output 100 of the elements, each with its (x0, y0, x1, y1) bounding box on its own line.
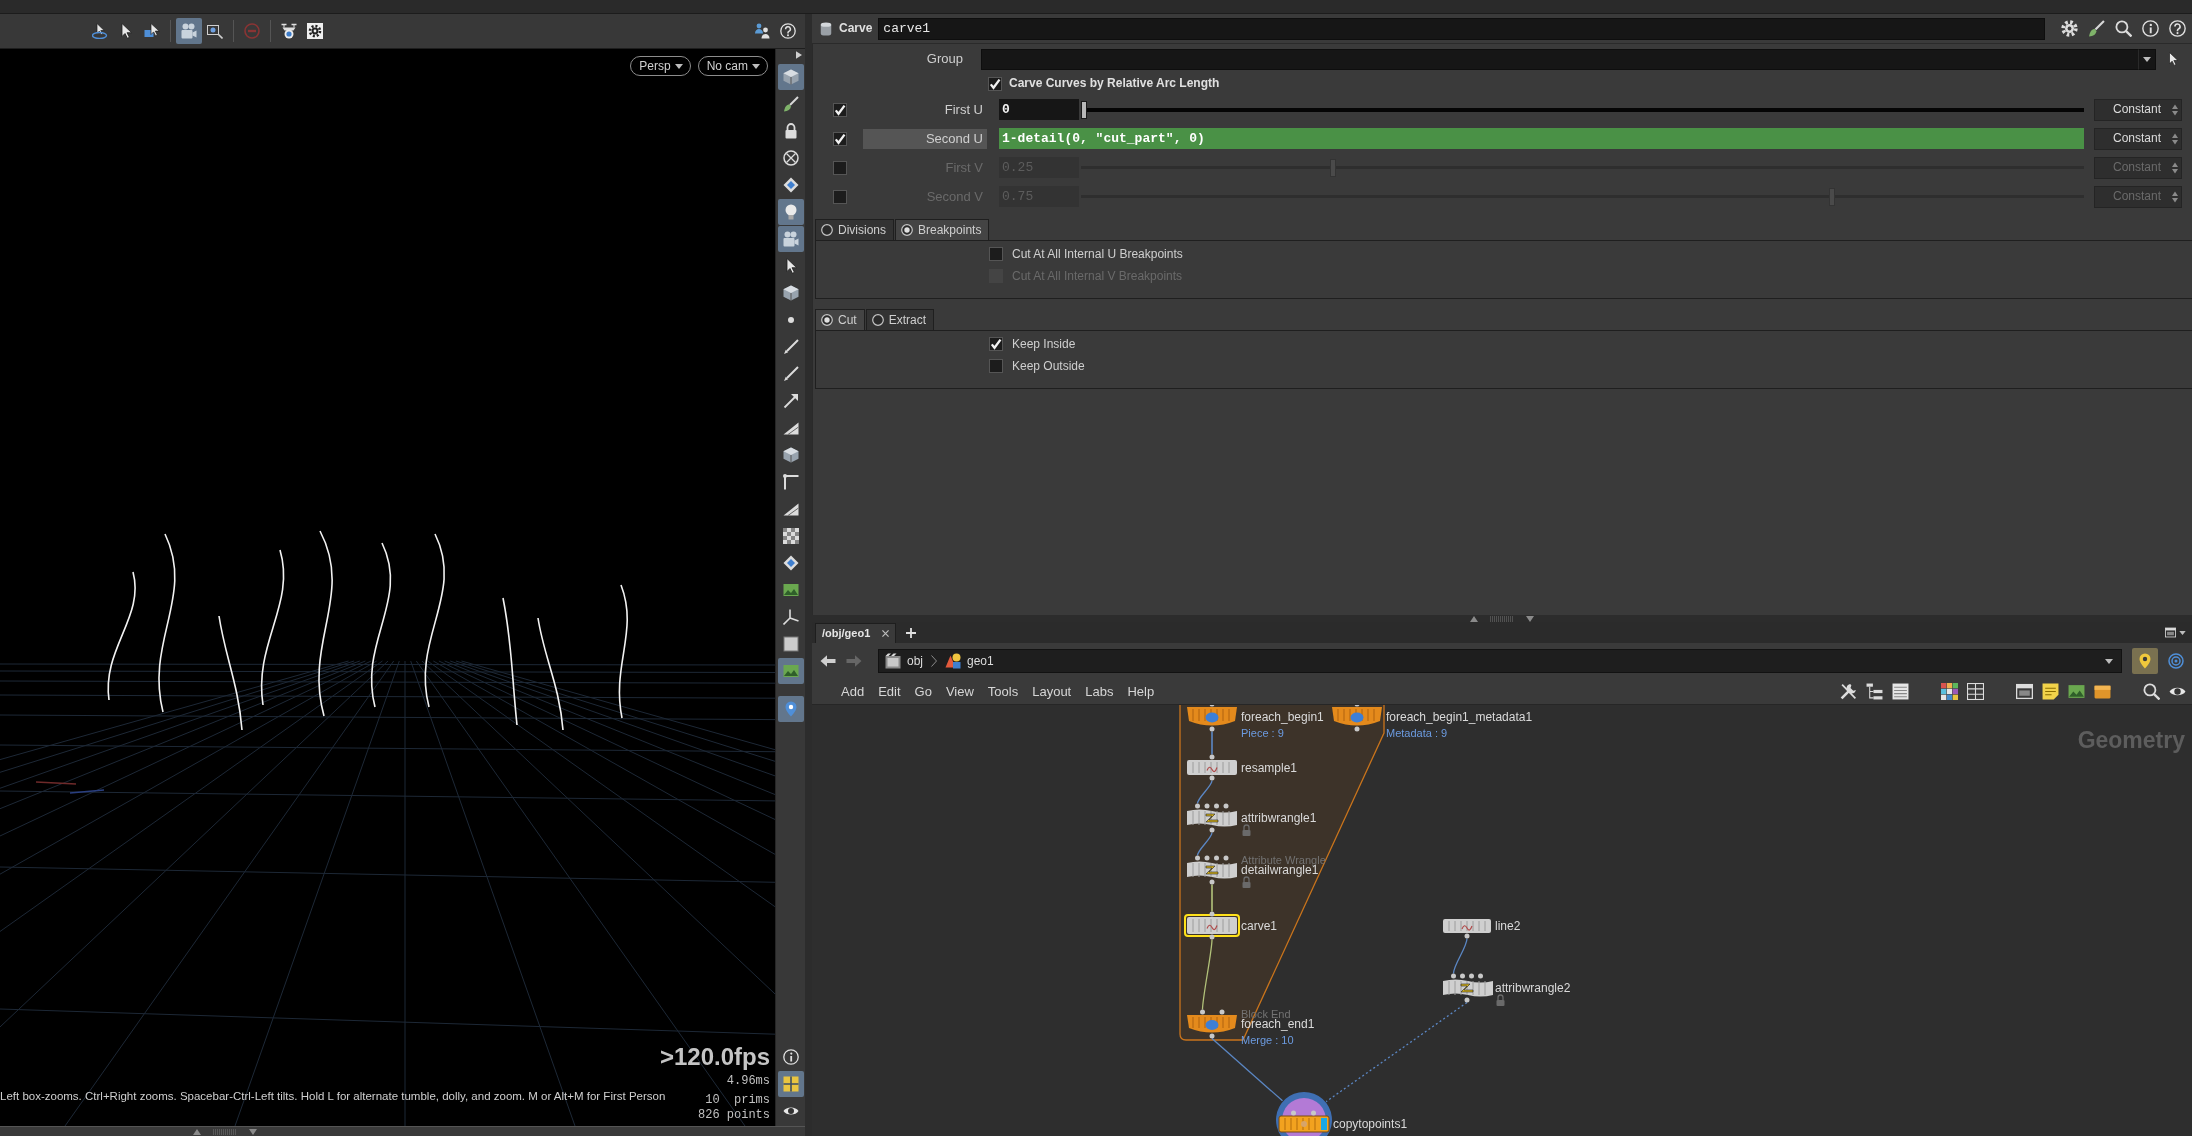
cylinder-icon[interactable] (819, 20, 833, 37)
node[interactable] (1187, 855, 1237, 885)
menu-item[interactable]: Edit (871, 683, 908, 700)
gear-icon[interactable] (307, 23, 323, 39)
help-icon[interactable] (780, 23, 796, 39)
wire[interactable] (1211, 1037, 1284, 1102)
tools-icon[interactable] (1840, 683, 1857, 700)
brush-icon[interactable] (782, 96, 799, 112)
slider-thumb[interactable] (1828, 187, 1835, 206)
axes-icon[interactable] (782, 609, 799, 625)
brush-icon[interactable] (2088, 20, 2105, 37)
help-icon[interactable] (2169, 20, 2186, 37)
node[interactable] (1184, 911, 1240, 940)
node[interactable] (1187, 1009, 1237, 1039)
node[interactable] (1187, 754, 1237, 781)
pen-icon[interactable] (782, 339, 799, 355)
node[interactable] (1332, 705, 1382, 732)
radio-icon[interactable] (821, 224, 833, 236)
group-field[interactable] (981, 48, 2138, 70)
slider-thumb[interactable] (1081, 100, 1087, 119)
slider-thumb[interactable] (1330, 158, 1337, 177)
info-icon[interactable] (782, 1049, 799, 1065)
wedge-icon[interactable] (782, 501, 799, 517)
window-icon[interactable] (2016, 683, 2033, 700)
search-icon[interactable] (2143, 683, 2160, 700)
window-icon[interactable] (2164, 627, 2176, 638)
tree-icon[interactable] (1866, 683, 1883, 700)
node-label[interactable]: attribwrangle1 (1241, 811, 1317, 825)
expression-field[interactable]: 1-detail(0, "cut_part", 0) (999, 128, 2084, 149)
value-field[interactable]: 0 (999, 99, 1079, 120)
settings-icon[interactable] (2061, 20, 2078, 37)
list-icon[interactable] (1892, 683, 1909, 700)
camera-menu[interactable]: No cam (697, 56, 768, 76)
cube-icon[interactable] (777, 64, 804, 90)
checkbox[interactable] (833, 189, 847, 204)
node-label[interactable]: foreach_begin1_metadata1 (1386, 709, 1533, 724)
corner-icon[interactable] (782, 474, 799, 490)
radio-icon[interactable] (871, 314, 884, 326)
tab[interactable]: Breakpoints (895, 219, 990, 240)
wire[interactable] (1201, 938, 1213, 1011)
node-label[interactable]: attribwrangle2 (1495, 981, 1571, 995)
image-icon[interactable] (782, 582, 799, 598)
menu-item[interactable]: Go (907, 683, 939, 700)
pointer-icon[interactable] (2166, 51, 2180, 67)
tab[interactable]: Extract (865, 309, 935, 330)
search-icon[interactable] (2115, 20, 2132, 37)
pen-icon[interactable] (782, 366, 799, 382)
people-icon[interactable] (754, 23, 770, 39)
node[interactable] (1443, 973, 1493, 1003)
cube-icon[interactable] (782, 447, 799, 463)
pointer-icon[interactable] (144, 23, 160, 39)
checker-icon[interactable] (782, 528, 799, 544)
box-icon[interactable] (2094, 683, 2111, 700)
wire[interactable] (1196, 831, 1213, 857)
path-crumb[interactable]: obj (885, 653, 923, 669)
checkbox[interactable] (833, 131, 847, 146)
close-icon[interactable] (882, 630, 890, 637)
node-label[interactable]: carve1 (1241, 918, 1278, 933)
pin-icon[interactable] (2132, 648, 2158, 674)
node-label[interactable]: resample1 (1241, 760, 1298, 775)
node[interactable] (1187, 803, 1237, 833)
drone-camera-icon[interactable] (281, 23, 297, 39)
checkbox[interactable] (833, 160, 847, 175)
caret-icon[interactable] (2179, 630, 2186, 635)
menu-item[interactable]: Tools (980, 683, 1026, 700)
node-name-field[interactable]: carve1 (878, 17, 2045, 40)
triangle-icon[interactable] (796, 51, 802, 59)
checkbox[interactable] (989, 359, 1003, 373)
wire[interactable] (1196, 779, 1213, 805)
node[interactable] (1276, 1092, 1332, 1136)
radio-icon[interactable] (821, 314, 833, 326)
crossed-circle-icon[interactable] (782, 150, 799, 166)
wedge-icon[interactable] (782, 420, 799, 436)
node-label[interactable]: foreach_begin1 (1241, 709, 1324, 724)
checkbox[interactable] (989, 337, 1003, 351)
image-icon[interactable] (2068, 683, 2085, 700)
tab[interactable]: Divisions (815, 219, 894, 240)
orbit-pointer-icon[interactable] (92, 23, 108, 39)
menu-item[interactable]: Labs (1078, 683, 1121, 700)
info-icon[interactable] (2142, 20, 2159, 37)
tab[interactable]: Cut (815, 309, 865, 330)
wire[interactable] (1452, 937, 1468, 975)
camera-icon[interactable] (777, 226, 804, 252)
path-field[interactable]: obj geo1 (878, 649, 2122, 673)
plus-icon[interactable] (906, 627, 917, 638)
image-icon[interactable] (777, 658, 804, 684)
back-arrow-icon[interactable] (820, 653, 836, 669)
path-crumb[interactable]: geo1 (945, 653, 994, 669)
dot-icon[interactable] (787, 317, 794, 323)
dropdown-button[interactable] (2138, 48, 2156, 70)
pane-tab[interactable]: /obj/geo1 (815, 623, 897, 643)
zoom-icon[interactable] (207, 23, 223, 39)
square-icon[interactable] (782, 636, 799, 652)
checkbox[interactable] (988, 76, 1002, 91)
target-icon[interactable] (2168, 653, 2184, 669)
mode-dropdown[interactable]: Constant (2094, 98, 2182, 121)
mode-dropdown[interactable]: Constant (2094, 127, 2182, 150)
menu-item[interactable]: Add (834, 683, 872, 700)
node-label[interactable]: copytopoints1 (1333, 1117, 1408, 1131)
node[interactable] (1187, 705, 1237, 732)
